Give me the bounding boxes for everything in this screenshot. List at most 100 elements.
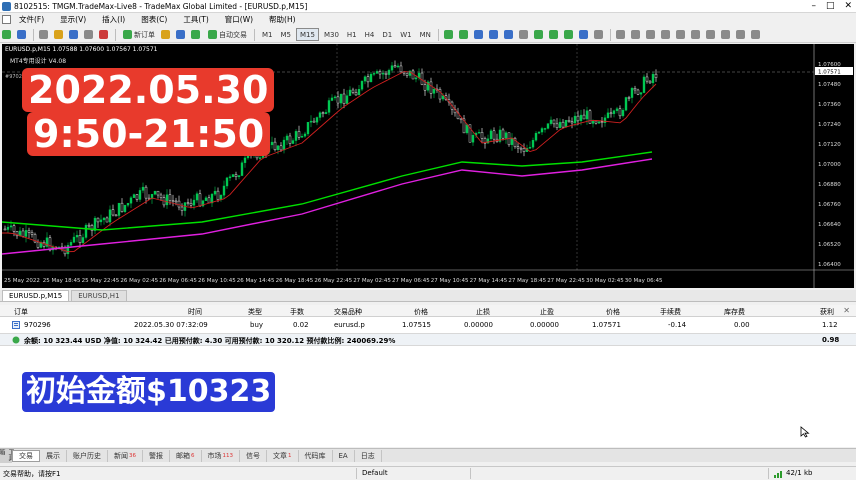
candlestick-icon[interactable] [458,28,471,41]
col-commission[interactable]: 手续费 [660,307,681,317]
cell-swap: 0.00 [734,321,750,329]
vertical-line-icon[interactable] [645,28,658,41]
tester-icon[interactable] [98,28,111,41]
maximize-icon[interactable]: □ [826,0,835,12]
trendline-icon[interactable] [675,28,688,41]
col-type[interactable]: 类型 [248,307,262,317]
zoom-out-icon[interactable] [503,28,516,41]
tab-label: 信号 [246,451,260,460]
new-order-label: 新订单 [134,30,155,39]
bar-chart-icon[interactable] [443,28,456,41]
tile-windows-icon[interactable] [518,28,531,41]
auto-scroll-icon[interactable] [548,28,561,41]
period-m15[interactable]: M15 [296,28,319,41]
templates-icon[interactable] [593,28,606,41]
tab-alerts[interactable]: 警报 [143,449,170,462]
fibonacci-icon[interactable] [705,28,718,41]
period-w1[interactable]: W1 [397,28,414,41]
status-divider [768,468,769,479]
periods-icon[interactable] [578,28,591,41]
channel-icon[interactable] [690,28,703,41]
tab-mailbox[interactable]: 邮箱 6 [170,449,202,462]
new-chart-icon[interactable] [1,28,14,41]
tab-account-history[interactable]: 账户历史 [67,449,108,462]
close-terminal-icon[interactable]: ✕ [843,306,850,315]
menu-insert[interactable]: 插入(I) [94,14,133,25]
profiles-icon[interactable] [16,28,29,41]
toolbox-handle[interactable]: 工具箱 [0,448,14,463]
tab-articles[interactable]: 文章 1 [267,449,299,462]
window-title: 8102515: TMGM.TradeMax-Live8 - TradeMax … [14,1,308,11]
market-watch-icon[interactable] [38,28,51,41]
col-lots[interactable]: 手数 [290,307,304,317]
market-icon[interactable] [175,28,188,41]
candle-body [459,118,463,120]
col-take-profit[interactable]: 止盈 [540,307,554,317]
col-time[interactable]: 时间 [188,307,202,317]
candle-body [492,130,496,140]
zoom-in-icon[interactable] [488,28,501,41]
data-window-icon[interactable] [53,28,66,41]
tab-experts[interactable]: EA [333,449,355,462]
text-tool-icon[interactable] [720,28,733,41]
candle-body [600,121,604,123]
period-mn[interactable]: MN [417,28,434,41]
chart-tab-eurusd-m15[interactable]: EURUSD.p,M15 [2,290,70,301]
navigator-icon[interactable] [68,28,81,41]
menu-window[interactable]: 窗口(W) [217,14,261,25]
arrows-icon[interactable] [750,28,763,41]
col-order[interactable]: 订单 [14,307,28,317]
horizontal-line-icon[interactable] [660,28,673,41]
menu-view[interactable]: 显示(V) [52,14,94,25]
chart-shift-icon[interactable] [533,28,546,41]
candle-body [414,77,418,80]
period-m5[interactable]: M5 [278,28,295,41]
col-swap[interactable]: 库存费 [724,307,745,317]
chart-tab-eurusd-h1[interactable]: EURUSD,H1 [71,290,127,301]
terminal-icon[interactable] [83,28,96,41]
col-symbol[interactable]: 交易品种 [334,307,362,317]
auto-trading-button[interactable]: 自动交易 [205,28,250,41]
period-m1[interactable]: M1 [259,28,276,41]
status-profile[interactable]: Default [362,469,388,477]
menu-help[interactable]: 帮助(H) [261,14,304,25]
cell-profit: 1.12 [822,321,838,329]
toolbar-divider [437,28,439,41]
menu-charts[interactable]: 图表(C) [133,14,175,25]
candle-body [192,199,196,206]
menu-tools[interactable]: 工具(T) [175,14,216,25]
tab-market[interactable]: 市场 113 [202,449,240,462]
tab-code-base[interactable]: 代码库 [299,449,333,462]
toolbar: 新订单 自动交易 M1 M5 M15 M30 H1 H4 D1 W1 MN [0,27,856,43]
line-chart-icon[interactable] [473,28,486,41]
menu-file[interactable]: 文件(F) [11,14,52,25]
crosshair-icon[interactable] [630,28,643,41]
document-icon [2,15,11,24]
cursor-tool-icon[interactable] [615,28,628,41]
label-tool-icon[interactable] [735,28,748,41]
candle-body [225,177,229,187]
candle-body [528,146,532,149]
table-row[interactable]: 970296 2022.05.30 07:32:09 buy 0.02 euru… [0,319,856,331]
tab-journal[interactable]: 日志 [355,449,382,462]
tab-news[interactable]: 新闻 36 [108,449,143,462]
candle-body [105,217,109,223]
period-h4[interactable]: H4 [362,28,378,41]
col-profit[interactable]: 获利 [820,307,834,317]
candle-body [129,197,133,204]
col-price[interactable]: 价格 [606,307,620,317]
tab-trade[interactable]: 交易 [12,449,40,462]
col-open-price[interactable]: 价格 [414,307,428,317]
col-stop-loss[interactable]: 止损 [476,307,490,317]
new-order-button[interactable]: 新订单 [120,28,158,41]
indicators-icon[interactable] [563,28,576,41]
period-m30[interactable]: M30 [321,28,342,41]
meta-editor-icon[interactable] [160,28,173,41]
tab-exposure[interactable]: 展示 [40,449,67,462]
period-h1[interactable]: H1 [344,28,360,41]
close-window-icon[interactable]: ✕ [844,0,852,12]
signals-icon[interactable] [190,28,203,41]
minimize-icon[interactable]: – [811,0,816,12]
tab-signals[interactable]: 信号 [240,449,267,462]
period-d1[interactable]: D1 [379,28,395,41]
